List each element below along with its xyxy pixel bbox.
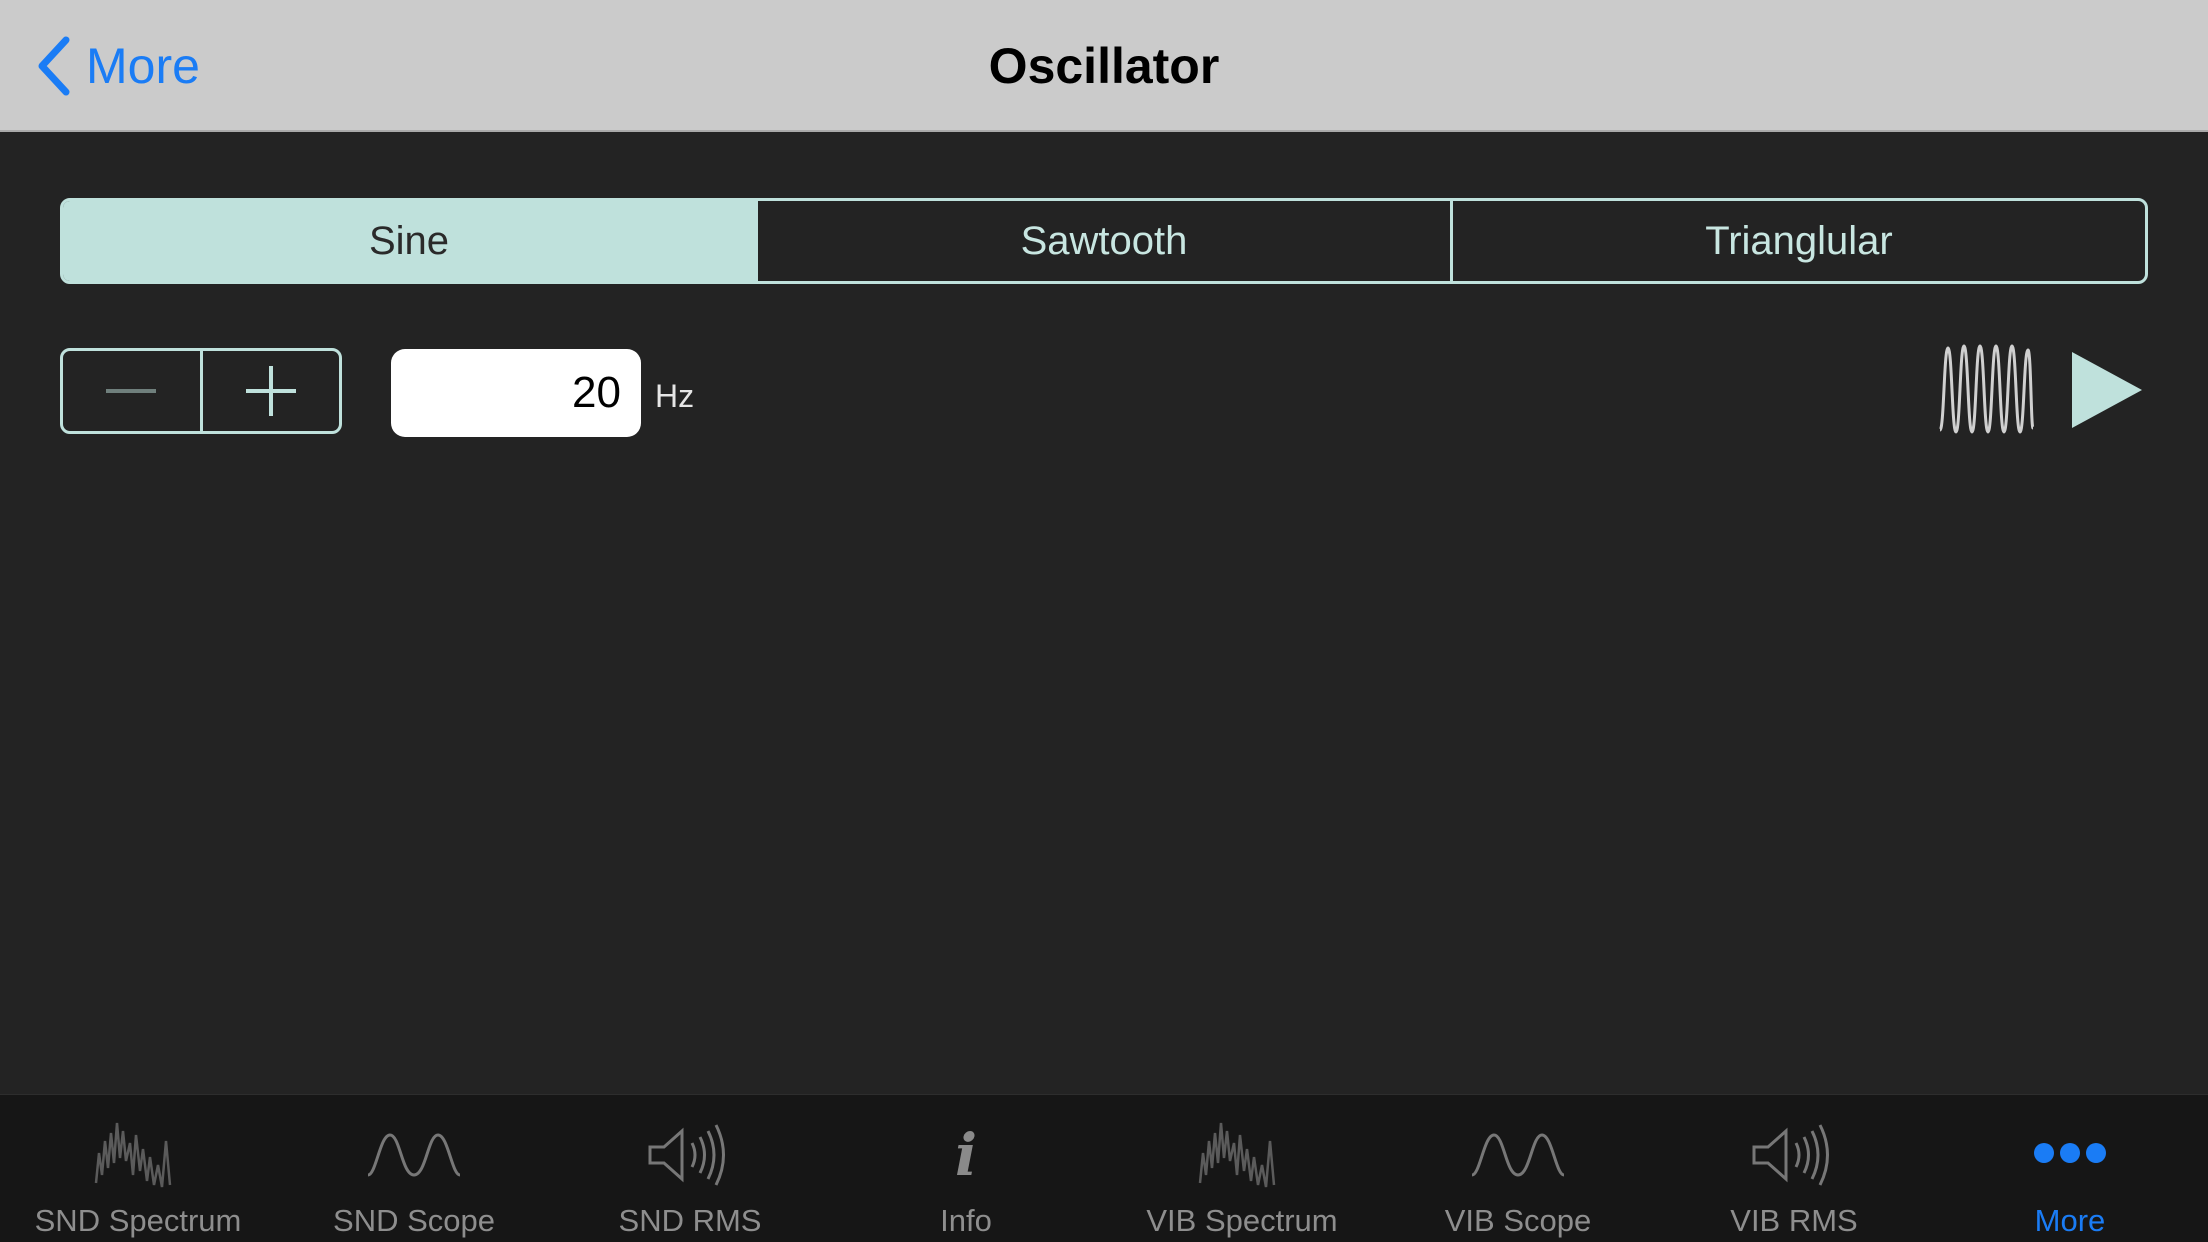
spectrum-icon bbox=[1198, 1122, 1276, 1188]
frequency-input[interactable]: 20 bbox=[391, 349, 641, 437]
play-button[interactable] bbox=[2070, 350, 2144, 430]
tab-vib-spectrum[interactable]: VIB Spectrum bbox=[1104, 1095, 1380, 1242]
tab-label: VIB Spectrum bbox=[1146, 1203, 1338, 1238]
tab-label: SND RMS bbox=[618, 1203, 762, 1238]
oscillator-screen: More Oscillator Sine Sawtooth Trianglula… bbox=[0, 0, 2208, 1242]
tab-snd-spectrum[interactable]: SND Spectrum bbox=[0, 1095, 276, 1242]
page-title: Oscillator bbox=[988, 38, 1220, 94]
tab-label: VIB RMS bbox=[1730, 1203, 1858, 1238]
segment-sine[interactable]: Sine bbox=[63, 201, 758, 281]
tab-label: Info bbox=[940, 1203, 992, 1238]
tab-snd-scope[interactable]: SND Scope bbox=[276, 1095, 552, 1242]
more-icon bbox=[2034, 1143, 2106, 1163]
info-icon: i bbox=[955, 1121, 977, 1189]
tab-vib-scope[interactable]: VIB Scope bbox=[1380, 1095, 1656, 1242]
plus-icon bbox=[245, 366, 296, 416]
navigation-bar: More Oscillator bbox=[0, 0, 2208, 132]
tab-label: SND Spectrum bbox=[34, 1203, 242, 1238]
increment-button[interactable] bbox=[203, 351, 340, 431]
waveform-preview-icon bbox=[1938, 344, 2034, 434]
segment-triangular[interactable]: Trianglular bbox=[1453, 201, 2145, 281]
tab-info[interactable]: i Info bbox=[828, 1095, 1104, 1242]
spectrum-icon bbox=[94, 1122, 172, 1188]
frequency-stepper bbox=[60, 348, 342, 434]
decrement-button[interactable] bbox=[63, 351, 203, 431]
scope-icon bbox=[367, 1133, 461, 1177]
tab-snd-rms[interactable]: SND RMS bbox=[552, 1095, 828, 1242]
tab-label: VIB Scope bbox=[1444, 1203, 1592, 1238]
frequency-unit-label: Hz bbox=[655, 378, 695, 414]
tab-vib-rms[interactable]: VIB RMS bbox=[1656, 1095, 1932, 1242]
svg-text:i: i bbox=[955, 1121, 977, 1189]
speaker-icon bbox=[648, 1124, 725, 1186]
minus-icon bbox=[106, 389, 157, 393]
tab-bar: SND Spectrum SND Scope SND RMS i Info VI… bbox=[0, 1094, 2208, 1242]
waveform-segmented-control: Sine Sawtooth Trianglular bbox=[60, 198, 2148, 284]
tab-more[interactable]: More bbox=[1932, 1095, 2208, 1242]
scope-icon bbox=[1471, 1133, 1565, 1177]
tab-label: More bbox=[2034, 1203, 2106, 1238]
tab-label: SND Scope bbox=[333, 1203, 495, 1238]
speaker-icon bbox=[1752, 1124, 1829, 1186]
segment-sawtooth[interactable]: Sawtooth bbox=[758, 201, 1453, 281]
